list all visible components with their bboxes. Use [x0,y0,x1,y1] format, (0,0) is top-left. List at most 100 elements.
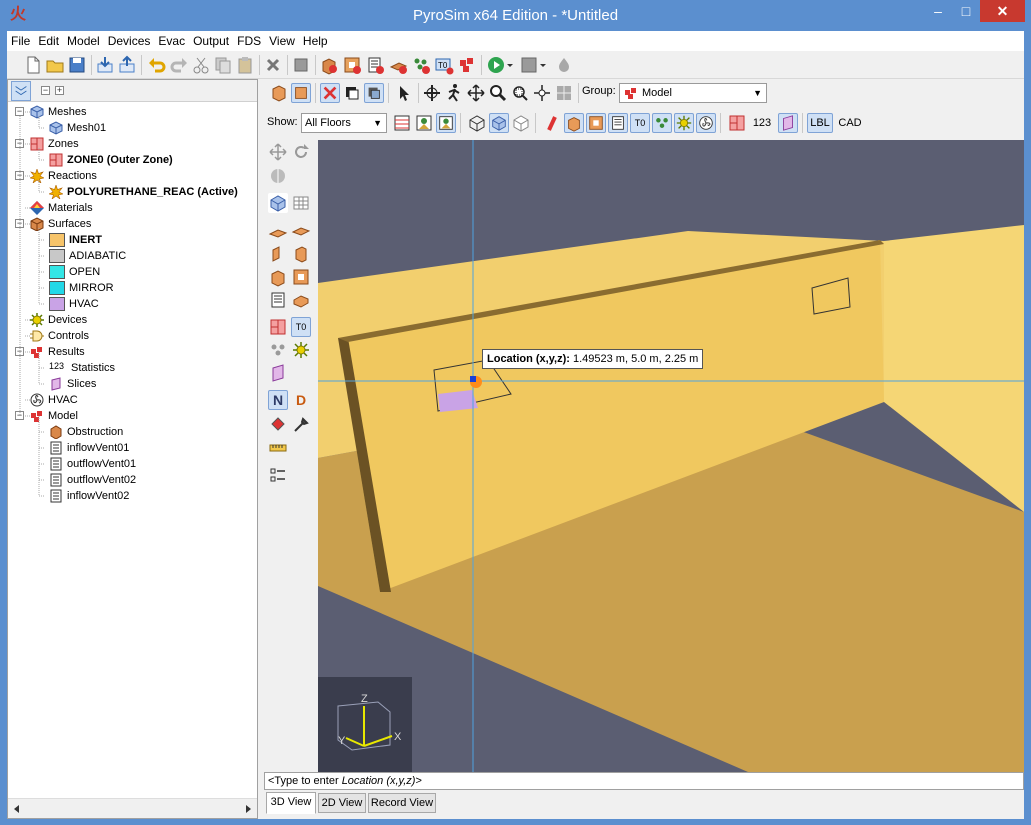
menu-fds[interactable]: FDS [233,31,265,51]
minimize-button[interactable]: – [924,0,952,22]
shaded-render-icon[interactable] [364,83,384,103]
tree-node-surface-mirror[interactable]: MIRROR [49,280,114,296]
save-icon[interactable] [67,55,87,75]
run-fds-icon[interactable] [486,55,506,75]
export-icon[interactable] [117,55,137,75]
tree-node-results[interactable]: Results [30,344,85,360]
smokeview-icon[interactable] [554,55,574,75]
draw-particles-icon[interactable] [268,340,288,360]
new-group-icon[interactable] [457,55,477,75]
collapse-reactions-icon[interactable]: − [15,171,24,180]
tree-node-obstruction[interactable]: Obstruction [49,424,123,440]
group-select[interactable]: Model ▼ [619,83,767,103]
mirror-icon[interactable] [268,166,288,186]
show-initial-conditions-button[interactable]: T0 [630,113,650,133]
new-file-icon[interactable] [23,55,43,75]
tree-node-hvac[interactable]: HVAC [30,392,78,408]
tree-horizontal-scrollbar[interactable] [8,798,257,818]
tree-node-outflowvent01[interactable]: outflowVent01 [49,456,136,472]
collapse-all-icon[interactable]: − [41,86,50,95]
properties-list-icon[interactable] [268,465,288,485]
floor-select[interactable]: All Floors ▼ [301,113,387,133]
walk-tool-icon[interactable] [444,83,464,103]
tree-node-devices[interactable]: Devices [30,312,87,328]
draw-zone-icon[interactable] [268,317,288,337]
copy-icon[interactable] [213,55,233,75]
close-button[interactable]: ✕ [980,0,1025,22]
draw-slab-icon[interactable] [268,221,288,241]
tree-node-zones[interactable]: Zones [30,136,79,152]
show-slices-icon[interactable] [778,113,798,133]
show-fire-icon[interactable] [542,113,562,133]
reset-view-icon[interactable] [554,83,574,103]
draw-initial-condition-button[interactable]: T0 [291,317,311,337]
new-vent-icon[interactable] [365,55,385,75]
paint-bucket-icon[interactable] [268,415,288,435]
new-initial-condition-icon[interactable]: T0 [434,55,454,75]
draw-slab-block-icon[interactable] [291,290,311,310]
rotate-icon[interactable] [291,142,311,162]
cut-icon[interactable] [191,55,211,75]
command-input[interactable]: <Type to enter Location (x,y,z)> [264,772,1024,790]
tree-node-materials[interactable]: Materials [30,200,93,216]
paste-icon[interactable] [235,55,255,75]
tab-2d-view[interactable]: 2D View [318,793,366,813]
outline-render-icon[interactable] [342,83,362,103]
new-particles-icon[interactable] [411,55,431,75]
orbit-tool-icon[interactable] [422,83,442,103]
split-mesh-icon[interactable] [291,193,311,213]
collapse-meshes-icon[interactable]: − [15,107,24,116]
new-hole-icon[interactable] [342,55,362,75]
draw-vent-icon[interactable] [268,290,288,310]
mesh-wireframe-icon[interactable] [511,113,531,133]
show-background-icon[interactable] [436,113,456,133]
tree-node-reaction-polyurethane[interactable]: POLYURETHANE_REAC (Active) [49,184,238,200]
show-labels-button[interactable]: LBL [807,113,833,133]
view-obstruction-icon[interactable] [269,83,289,103]
tree-node-mesh01[interactable]: Mesh01 [49,120,106,136]
menu-view[interactable]: View [265,31,299,51]
view-surface-icon[interactable] [291,83,311,103]
collapse-model-icon[interactable]: − [15,411,24,420]
record-dropdown-icon[interactable] [538,55,548,75]
eyedropper-icon[interactable] [291,415,311,435]
3d-viewport[interactable]: Z X Y [318,140,1024,772]
record-icon[interactable] [519,55,539,75]
collapse-surfaces-icon[interactable]: − [15,219,24,228]
collapse-zones-icon[interactable]: − [15,139,24,148]
mesh-outline-icon[interactable] [467,113,487,133]
tree-node-surface-hvac[interactable]: HVAC [49,296,99,312]
tree-node-model[interactable]: Model [30,408,78,424]
tree-node-slices[interactable]: Slices [49,376,96,392]
tree-node-surfaces[interactable]: Surfaces [30,216,91,232]
undo-icon[interactable] [147,55,167,75]
draw-hole-icon[interactable] [291,267,311,287]
show-zones-icon[interactable] [727,113,747,133]
draw-slab2-icon[interactable] [291,221,311,241]
draw-slice-icon[interactable] [268,363,288,383]
show-holes-icon[interactable] [586,113,606,133]
expand-all-icon[interactable]: + [55,86,64,95]
show-meshes-icon[interactable] [489,113,509,133]
tree-node-surface-inert[interactable]: INERT [49,232,102,248]
draw-room-icon[interactable] [291,244,311,264]
properties-icon[interactable] [291,55,311,75]
zoom-box-tool-icon[interactable] [510,83,530,103]
tab-record-view[interactable]: Record View [368,793,436,813]
draw-mesh-icon[interactable] [268,193,288,213]
menu-output[interactable]: Output [189,31,233,51]
tree-node-controls[interactable]: Controls [30,328,89,344]
show-statistics-button[interactable]: 123 [750,113,774,133]
tree-node-meshes[interactable]: Meshes [30,104,87,120]
tree-node-zone0[interactable]: ZONE0 (Outer Zone) [49,152,173,168]
import-icon[interactable] [95,55,115,75]
tree-node-surface-adiabatic[interactable]: ADIABATIC [49,248,126,264]
show-cad-button[interactable]: CAD [836,113,864,133]
menu-evac[interactable]: Evac [154,31,189,51]
translate-icon[interactable] [268,142,288,162]
normal-mode-button[interactable]: N [268,390,288,410]
menu-edit[interactable]: Edit [34,31,63,51]
tree-node-outflowvent02[interactable]: outflowVent02 [49,472,136,488]
draw-device-icon[interactable] [291,340,311,360]
run-dropdown-icon[interactable] [505,55,515,75]
